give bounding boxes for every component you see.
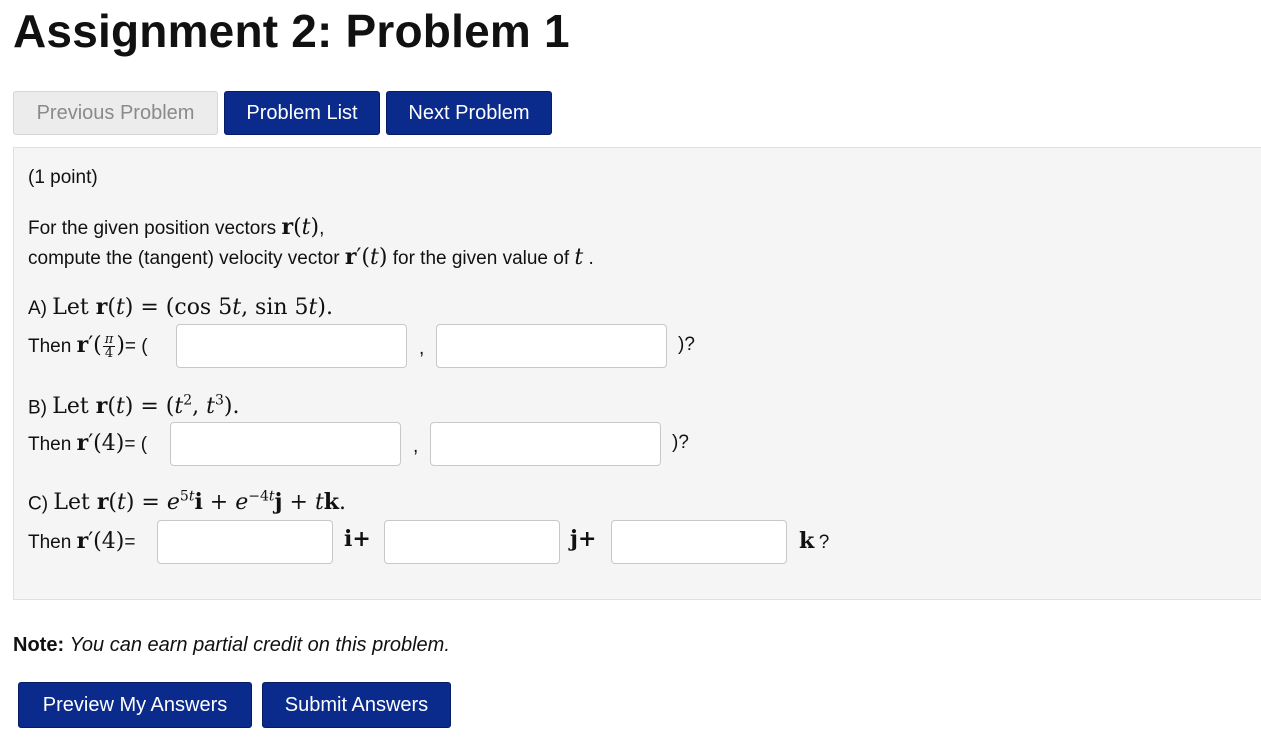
- part-b-prefix: B): [28, 397, 47, 419]
- part-a-answer-2[interactable]: [436, 324, 667, 368]
- problem-list-button[interactable]: Problem List: [224, 91, 380, 135]
- part-c-question: ?: [818, 532, 830, 553]
- part-c-j-label: j+: [570, 526, 597, 552]
- part-a-point: r′(π 4): [76, 331, 125, 361]
- note-label: Note:: [13, 634, 65, 656]
- part-a-den: 4: [104, 345, 114, 361]
- part-c-answer-i[interactable]: [157, 520, 333, 564]
- part-b-then-label: Then: [28, 434, 72, 455]
- part-c-eq: =: [124, 532, 136, 553]
- intro-text-2b: for the given value of: [392, 248, 570, 269]
- part-c-point: r′(4): [76, 528, 125, 554]
- intro-end: ,: [319, 218, 325, 239]
- part-b-then: Then r′(4)= (: [28, 430, 147, 456]
- page-title: Assignment 2: Problem 1: [13, 5, 570, 57]
- intro-text-2a: compute the (tangent) velocity vector: [28, 248, 340, 269]
- part-a-answer-1[interactable]: [176, 324, 407, 368]
- part-a-pi: π: [102, 331, 116, 347]
- intro-math-rprime: r′(t): [344, 244, 388, 270]
- part-b-close: )?: [672, 432, 689, 453]
- part-c-answer-j[interactable]: [384, 520, 560, 564]
- part-c-i-label: i+: [344, 526, 371, 552]
- part-c-k-label: k: [799, 528, 815, 554]
- part-b-comma: ,: [413, 436, 419, 457]
- intro-end-2: .: [588, 248, 594, 269]
- part-b-point: r′(4): [76, 430, 125, 456]
- partial-credit-note: Note: You can earn partial credit on thi…: [13, 634, 450, 657]
- answer-actions: Preview My Answers Submit Answers: [18, 682, 461, 728]
- problem-intro-line1: For the given position vectors r(t),: [28, 214, 324, 240]
- note-text: You can earn partial credit on this prob…: [69, 634, 450, 656]
- part-c-let: Let r(t) = e5ti + e−4tj + tk.: [53, 489, 347, 516]
- part-a-comma: ,: [419, 338, 425, 359]
- problem-intro-line2: compute the (tangent) velocity vector r′…: [28, 244, 594, 270]
- part-b-answer-2[interactable]: [430, 422, 661, 466]
- part-c-answer-k[interactable]: [611, 520, 787, 564]
- next-problem-button[interactable]: Next Problem: [386, 91, 552, 135]
- intro-var-t: t: [574, 245, 584, 270]
- part-b-answer-1[interactable]: [170, 422, 401, 466]
- part-a-close: )?: [678, 334, 695, 355]
- intro-math-r: r(t): [281, 214, 320, 240]
- part-b-statement: B) Let r(t) = (t2, t3).: [28, 393, 239, 419]
- part-c-statement: C) Let r(t) = e5ti + e−4tj + tk.: [28, 489, 346, 515]
- part-a-eq: = (: [124, 336, 148, 357]
- part-a-then-label: Then: [28, 336, 72, 357]
- part-c-k: k ?: [799, 528, 829, 554]
- problem-panel: (1 point) For the given position vectors…: [13, 147, 1261, 600]
- part-c-prefix: C): [28, 493, 49, 515]
- part-c-then-label: Then: [28, 532, 72, 553]
- intro-text: For the given position vectors: [28, 218, 277, 239]
- problem-points: (1 point): [28, 167, 98, 188]
- problem-nav: Previous Problem Problem List Next Probl…: [13, 91, 558, 135]
- part-a-then: Then r′(π 4)= (: [28, 332, 148, 360]
- previous-problem-button: Previous Problem: [13, 91, 218, 135]
- preview-answers-button[interactable]: Preview My Answers: [18, 682, 252, 728]
- part-a-let: Let r(t) = (cos 5t, sin 5t).: [52, 294, 333, 320]
- part-b-let: Let r(t) = (t2, t3).: [52, 393, 240, 420]
- part-a-statement: A) Let r(t) = (cos 5t, sin 5t).: [28, 294, 333, 320]
- part-b-eq: = (: [124, 434, 148, 455]
- submit-answers-button[interactable]: Submit Answers: [262, 682, 451, 728]
- part-c-then: Then r′(4)=: [28, 528, 135, 554]
- part-a-prefix: A): [28, 298, 47, 319]
